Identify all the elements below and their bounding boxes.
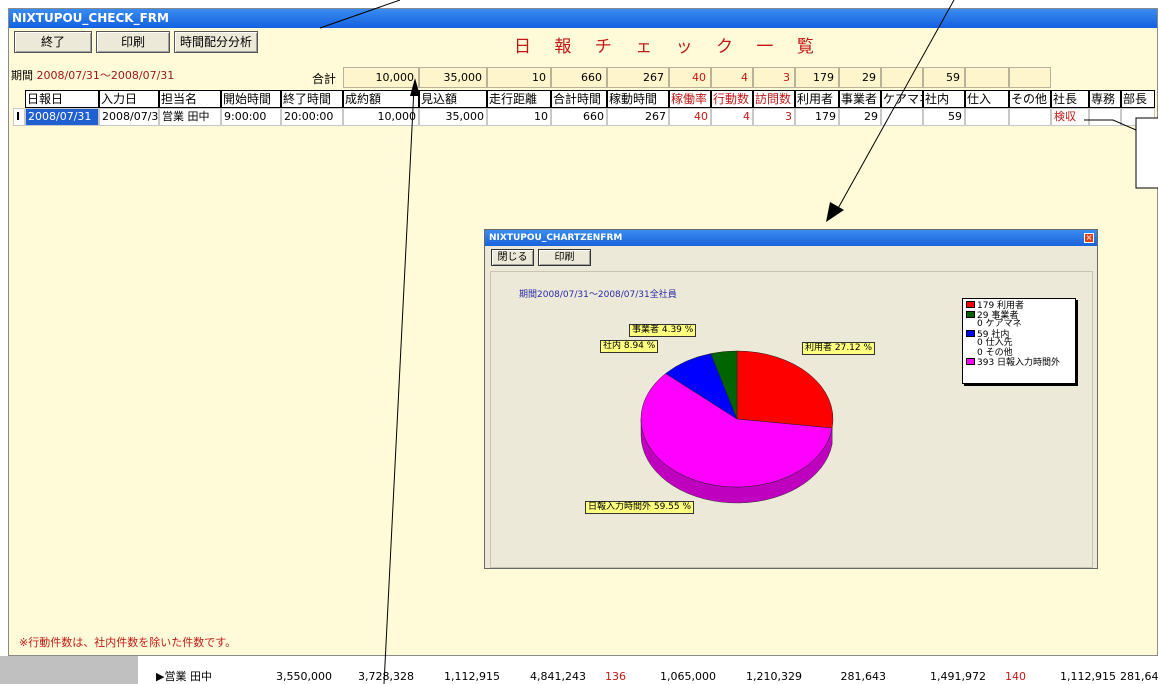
pie-chart (640, 350, 834, 504)
pie-slice-利用者 (736, 350, 834, 429)
legend-swatch (966, 310, 975, 318)
slice-label: 社内 8.94 % (600, 340, 659, 353)
callout-box (1135, 117, 1158, 189)
slice-label: 利用者 27.12 % (802, 342, 876, 355)
legend-swatch (966, 329, 975, 337)
legend-entry: 0 その他 (966, 347, 1072, 359)
slice-label: 日報入力時間外 59.55 % (585, 501, 695, 514)
legend-swatch (966, 358, 975, 365)
chart-dialog: NIXTUPOU_CHARTZENFRM × 閉じる 印刷 期間2008/07/… (484, 229, 1098, 569)
legend-entry: 393 日報入力時間外 (966, 358, 1072, 368)
legend-text: 0 その他 (977, 347, 1013, 358)
legend-swatch (966, 301, 975, 308)
legend-text: 0 仕入先 (977, 338, 1013, 348)
slice-label: 事業者 4.39 % (629, 324, 697, 337)
chart-legend: 179 利用者 29 事業者 0 ケアマネ 59 社内 0 仕入先 0 その他 393 日報… (962, 298, 1076, 384)
legend-text: 179 利用者 (977, 301, 1025, 311)
legend-text: 393 日報入力時間外 (977, 358, 1061, 368)
legend-text: 0 ケアマネ (977, 319, 1022, 329)
legend-entry: 179 利用者 (966, 301, 1072, 311)
legend-entry: 0 ケアマネ (966, 319, 1072, 330)
